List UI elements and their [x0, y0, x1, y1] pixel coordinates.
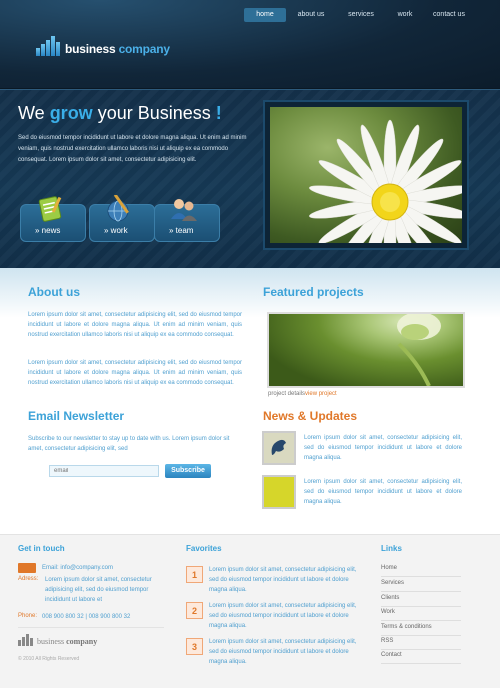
- news-button[interactable]: » news: [20, 196, 86, 242]
- logo-word-1: business: [65, 42, 116, 56]
- contact-address: Lorem ipsum dolor sit amet, consectetur …: [45, 577, 152, 603]
- hero-title-post: your Business: [92, 103, 216, 123]
- nav-contact-us[interactable]: contact us: [424, 8, 474, 22]
- newsletter-email-input[interactable]: [49, 465, 159, 477]
- favorite-number-1: 1: [186, 566, 203, 583]
- team-button-label: » team: [169, 226, 194, 235]
- header: home about us services work contact us b…: [0, 0, 500, 268]
- about-title: About us: [28, 285, 80, 299]
- email-icon: [18, 563, 36, 573]
- site-logo[interactable]: business company: [36, 36, 170, 56]
- globe-pencil-icon: [107, 195, 129, 222]
- hero-title: We grow your Business !: [18, 103, 222, 124]
- footer-link-services[interactable]: Services: [381, 580, 461, 592]
- blue-leaf-image: [271, 439, 286, 455]
- news-thumb-2[interactable]: [262, 475, 296, 509]
- address-label: Adress:: [18, 576, 39, 582]
- flower-bud-image: [397, 314, 441, 386]
- favorite-number-3: 3: [186, 638, 203, 655]
- footer-logo-word-1: business: [37, 637, 65, 646]
- nav-services[interactable]: services: [336, 8, 386, 22]
- hero-title-bang: !: [215, 103, 222, 123]
- logo-bars-icon: [36, 36, 61, 56]
- work-button[interactable]: » work: [89, 195, 155, 242]
- links-title: Links: [381, 544, 402, 553]
- news-item-1-text: Lorem ipsum dolor sit amet, consectetur …: [304, 435, 462, 461]
- hero-title-pre: We: [18, 103, 50, 123]
- logo-word-2: company: [118, 42, 170, 56]
- team-button[interactable]: » team: [154, 199, 220, 242]
- footer-logo: business company: [18, 634, 97, 646]
- favorite-item-2-text: Lorem ipsum dolor sit amet, consectetur …: [209, 603, 357, 629]
- view-project-link[interactable]: view project: [305, 391, 337, 397]
- subscribe-button[interactable]: Subscribe: [165, 464, 211, 478]
- favorite-number-2: 2: [186, 602, 203, 619]
- footer-link-work[interactable]: Work: [381, 609, 461, 621]
- notepad-icon: [38, 196, 62, 222]
- favorite-item-3-text: Lorem ipsum dolor sit amet, consectetur …: [209, 639, 357, 665]
- news-title: News & Updates: [263, 409, 358, 423]
- contact-email[interactable]: Email: info@company.com: [42, 563, 113, 573]
- footer-contact-divider: [18, 627, 164, 628]
- favorites-title: Favorites: [186, 544, 222, 553]
- nav-about-us[interactable]: about us: [286, 8, 336, 22]
- phone-label: Phone:: [18, 613, 38, 619]
- footer-logo-word-2: company: [66, 637, 98, 646]
- news-item-2-text: Lorem ipsum dolor sit amet, consectetur …: [304, 479, 462, 505]
- footer-logo-bars-icon: [18, 634, 34, 646]
- featured-title: Featured projects: [263, 285, 364, 299]
- get-in-touch-title: Get in touch: [18, 544, 65, 553]
- news-thumb-1[interactable]: [262, 431, 296, 465]
- main-nav: home about us services work contact us: [244, 8, 474, 22]
- news-button-label: » news: [35, 226, 61, 235]
- footer-link-home[interactable]: Home: [381, 565, 461, 577]
- footer-link-rss[interactable]: RSS: [381, 638, 461, 650]
- hero-text: Sed do eiusmod tempor incididunt ut labo…: [18, 135, 247, 163]
- featured-caption-text: project details: [268, 391, 306, 397]
- daisy-photo: [270, 107, 462, 243]
- copyright: © 2010 All Rights Reserved: [18, 656, 80, 662]
- nav-work[interactable]: work: [386, 8, 424, 22]
- footer-link-contact[interactable]: Contact: [381, 652, 461, 664]
- footer-link-terms[interactable]: Terms & conditions: [381, 624, 461, 636]
- daisy-image: [309, 119, 462, 243]
- people-icon: [171, 199, 197, 221]
- contact-phone: 008 900 800 32 | 008 900 800 32: [42, 614, 131, 620]
- hero-title-grow: grow: [49, 103, 93, 123]
- newsletter-title: Email Newsletter: [28, 409, 125, 423]
- favorite-item-1-text: Lorem ipsum dolor sit amet, consectetur …: [209, 567, 357, 593]
- header-divider: [0, 88, 500, 90]
- footer-link-clients[interactable]: Clients: [381, 595, 461, 607]
- footer-logo-text: business company: [37, 637, 97, 646]
- hero-image-frame: [263, 100, 469, 250]
- logo-text: business company: [65, 42, 170, 56]
- work-button-label: » work: [104, 226, 128, 235]
- featured-caption: project detailsview project: [268, 391, 337, 397]
- nav-home[interactable]: home: [244, 8, 286, 22]
- featured-project-image[interactable]: [267, 312, 465, 388]
- about-paragraph-2: Lorem ipsum dolor sit amet, consectetur …: [28, 360, 242, 386]
- newsletter-text: Subscribe to our newsletter to stay up t…: [28, 436, 230, 452]
- about-paragraph-1: Lorem ipsum dolor sit amet, consectetur …: [28, 312, 242, 338]
